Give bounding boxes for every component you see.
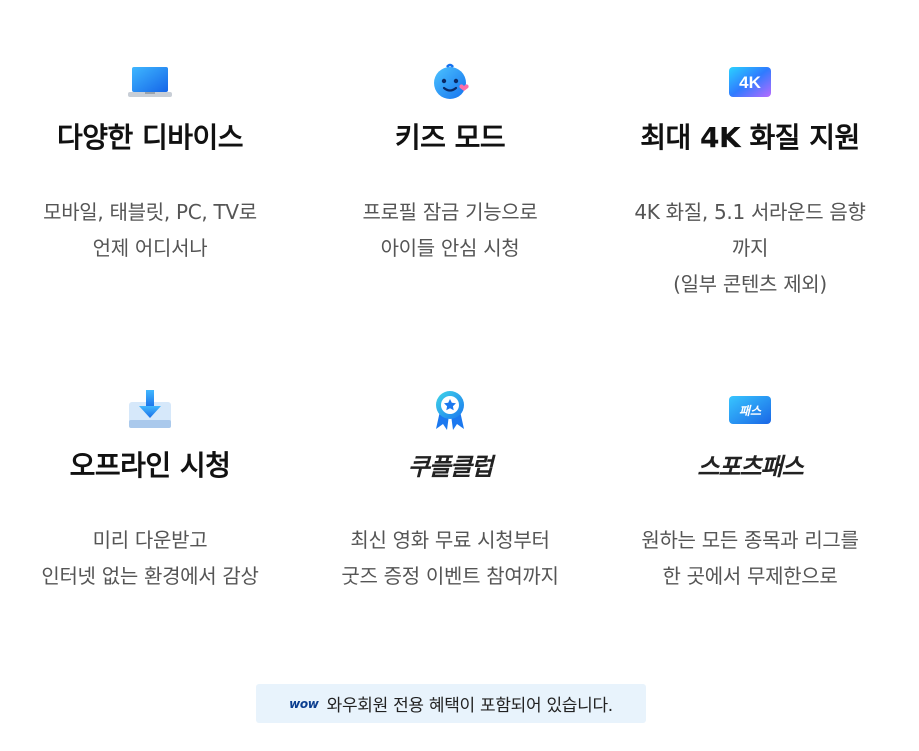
coupang-play-club-logo: 쿠플클럽 — [407, 453, 493, 481]
feature-title: 오프라인 시청 — [69, 449, 231, 482]
feature-description: 모바일, 태블릿, PC, TV로 언제 어디서나 — [43, 200, 257, 260]
feature-title: 키즈 모드 — [394, 121, 506, 154]
feature-description: 원하는 모든 종목과 리그를 한 곳에서 무제한으로 — [641, 528, 859, 588]
feature-description: 4K 화질, 5.1 서라운드 음향 까지 (일부 콘텐츠 제외) — [634, 200, 866, 296]
feature-4k: 4K 최대 4K 화질 지원 4K 화질, 5.1 서라운드 음향 까지 (일부… — [600, 62, 900, 302]
feature-description: 프로필 잠금 기능으로 아이들 안심 시청 — [362, 200, 538, 260]
4k-badge-icon: 4K — [600, 62, 900, 102]
baby-face-icon — [300, 62, 600, 102]
laptop-icon — [0, 62, 300, 102]
wow-member-banner: wow 와우회원 전용 혜택이 포함되어 있습니다. — [256, 684, 646, 723]
feature-title: 다양한 디바이스 — [56, 121, 244, 154]
banner-text: 와우회원 전용 혜택이 포함되어 있습니다. — [326, 696, 614, 716]
feature-club: 쿠플클럽 최신 영화 무료 시청부터 굿즈 증정 이벤트 참여까지 — [300, 390, 600, 594]
sports-pass-logo: 스포츠패스 — [697, 453, 803, 481]
wow-logo: wow — [289, 696, 319, 711]
feature-title: 최대 4K 화질 지원 — [640, 121, 860, 154]
feature-offline: 오프라인 시청 미리 다운받고 인터넷 없는 환경에서 감상 — [0, 390, 300, 594]
award-ribbon-icon — [300, 390, 600, 430]
feature-devices: 다양한 디바이스 모바일, 태블릿, PC, TV로 언제 어디서나 — [0, 62, 300, 266]
download-tray-icon — [0, 390, 300, 430]
feature-description: 최신 영화 무료 시청부터 굿즈 증정 이벤트 참여까지 — [341, 528, 559, 588]
feature-sports: 패스 스포츠패스 원하는 모든 종목과 리그를 한 곳에서 무제한으로 — [600, 390, 900, 594]
feature-title: 쿠플클럽 — [300, 446, 600, 486]
feature-title: 스포츠패스 — [600, 446, 900, 486]
feature-description: 미리 다운받고 인터넷 없는 환경에서 감상 — [41, 528, 259, 588]
svg-text:4K: 4K — [739, 73, 761, 92]
feature-kids: 키즈 모드 프로필 잠금 기능으로 아이들 안심 시청 — [300, 62, 600, 266]
svg-text:패스: 패스 — [739, 404, 762, 418]
pass-badge-icon: 패스 — [600, 390, 900, 430]
